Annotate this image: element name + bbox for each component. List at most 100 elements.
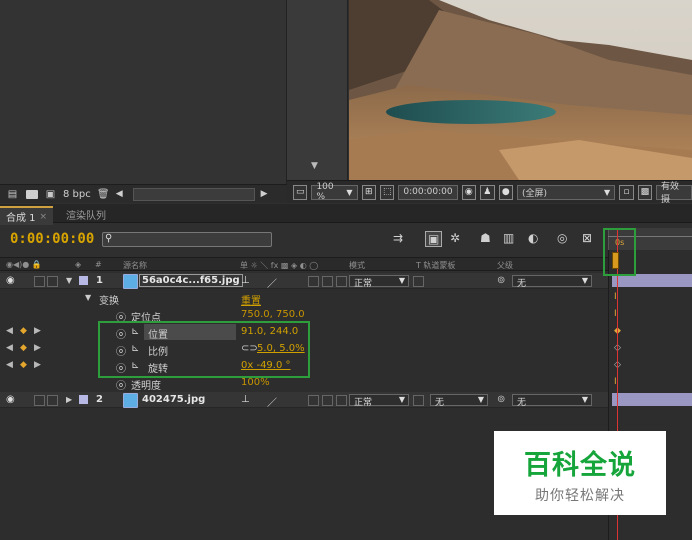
resolution-select[interactable]: (全屏) ▼ bbox=[516, 184, 616, 200]
frame-blending-icon[interactable]: ▥ bbox=[503, 231, 514, 245]
hide-shy-layers-icon[interactable]: ☗ bbox=[480, 231, 491, 245]
layer-search-input[interactable] bbox=[102, 232, 272, 247]
pickwhip-icon[interactable]: ⊚ bbox=[497, 275, 505, 286]
active-camera-select[interactable]: 有效摄 bbox=[656, 182, 692, 205]
new-composition-icon[interactable]: ▣ bbox=[44, 189, 57, 200]
switch-box[interactable] bbox=[308, 395, 319, 406]
camera-snapshot-icon[interactable]: ◉ bbox=[461, 184, 477, 200]
reset-link[interactable]: 重置 bbox=[241, 292, 261, 307]
trkmat-header: T 轨道蒙板 bbox=[416, 261, 456, 270]
draft-3d-icon[interactable]: ✲ bbox=[450, 231, 460, 245]
zoom-value: 100 % bbox=[316, 182, 334, 202]
prev-keyframe-icon[interactable]: ◀ bbox=[6, 360, 13, 370]
shy-switch-icon[interactable]: ⊥ bbox=[241, 275, 250, 286]
prev-keyframe-icon[interactable]: ◀ bbox=[6, 326, 13, 336]
live-update-icon[interactable]: ▣ bbox=[425, 231, 443, 247]
image-file-icon bbox=[123, 274, 138, 289]
solo-toggle[interactable] bbox=[34, 395, 45, 406]
layer-row-1[interactable]: ◉ ▼ 1 56a0c4c...f65.jpg ⊥ ／ 正常 ▼ ⊚ 无 ▼ bbox=[0, 273, 608, 290]
av-features-header-icon[interactable]: ◉◀)● 🔒 bbox=[6, 260, 42, 269]
project-scrollbar[interactable] bbox=[132, 187, 255, 201]
viewer-toolbar: ▭ 100 % ▼ ⊞ ⬚ 0:00:00:00 ◉ ♟ ● (全屏) ▼ ▫ ▩… bbox=[287, 180, 692, 205]
preserve-transparency-toggle[interactable] bbox=[413, 276, 424, 287]
label-header-icon[interactable]: ◈ bbox=[75, 260, 81, 269]
expand-arrow-icon[interactable]: ▼ bbox=[85, 293, 91, 302]
landscape-image bbox=[349, 0, 692, 180]
label-color-swatch[interactable] bbox=[79, 395, 88, 404]
label-color-swatch[interactable] bbox=[79, 276, 88, 285]
expand-arrow-icon[interactable]: ▼ bbox=[66, 276, 72, 285]
zoom-select[interactable]: 100 % ▼ bbox=[311, 182, 358, 202]
keyframe-diamond-icon[interactable]: ◆ bbox=[20, 326, 27, 336]
layer-name[interactable]: 56a0c4c...f65.jpg bbox=[139, 274, 243, 287]
tab-label: 渲染队列 bbox=[66, 211, 106, 222]
viewer-timecode[interactable]: 0:00:00:00 bbox=[398, 184, 458, 200]
prev-keyframe-icon[interactable]: ◀ bbox=[6, 343, 13, 353]
transparency-grid-icon[interactable]: ▩ bbox=[637, 184, 653, 200]
layer-2-duration-bar[interactable] bbox=[612, 393, 692, 406]
lock-toggle[interactable] bbox=[47, 276, 58, 287]
lock-toggle[interactable] bbox=[47, 395, 58, 406]
chevron-down-icon: ▼ bbox=[603, 187, 611, 197]
blend-mode-select[interactable]: 正常 ▼ bbox=[349, 394, 409, 408]
pickwhip-icon[interactable]: ⊚ bbox=[497, 394, 505, 405]
eye-icon[interactable]: ◉ bbox=[6, 394, 15, 405]
switch-box[interactable] bbox=[322, 395, 333, 406]
panel-collapse-icon[interactable]: ▼ bbox=[311, 161, 318, 171]
trash-icon[interactable]: 🗑 bbox=[97, 189, 110, 200]
keyframe-diamond-icon[interactable]: ◆ bbox=[20, 343, 27, 353]
close-icon[interactable]: × bbox=[40, 212, 48, 222]
color-channels-icon[interactable]: ● bbox=[498, 184, 513, 200]
blend-mode-select[interactable]: 正常 ▼ bbox=[349, 275, 409, 289]
blend-mode-value: 正常 bbox=[354, 398, 373, 408]
snapshot-display-icon[interactable]: ▭ bbox=[293, 184, 308, 200]
keyframe-diamond-icon[interactable]: ◆ bbox=[20, 360, 27, 370]
motion-blur-icon[interactable]: ◐ bbox=[528, 231, 538, 245]
region-of-interest-icon[interactable]: ▫ bbox=[619, 184, 634, 200]
layer-name[interactable]: 402475.jpg bbox=[142, 394, 205, 405]
source-name-header[interactable]: 源名称 bbox=[123, 260, 147, 271]
switch-box[interactable] bbox=[336, 395, 347, 406]
scroll-left-icon[interactable]: ◀ bbox=[116, 189, 123, 199]
anchor-point-value[interactable]: 750.0, 750.0 bbox=[241, 309, 305, 320]
solo-toggle[interactable] bbox=[34, 276, 45, 287]
tab-composition-1[interactable]: 合成 1 × bbox=[0, 206, 54, 225]
parent-select[interactable]: 无 ▼ bbox=[512, 394, 592, 408]
mode-header: 模式 bbox=[349, 261, 365, 270]
eye-icon[interactable]: ◉ bbox=[6, 275, 15, 286]
watermark-logo: 百科全说 助你轻松解决 bbox=[494, 431, 666, 515]
mask-visibility-icon[interactable]: ⬚ bbox=[379, 184, 395, 200]
chevron-down-icon: ▼ bbox=[581, 395, 588, 404]
stopwatch-icon[interactable]: ⓞ bbox=[116, 377, 126, 392]
expand-arrow-icon[interactable]: ▶ bbox=[66, 395, 72, 404]
switch-box[interactable] bbox=[322, 276, 333, 287]
composition-viewer[interactable] bbox=[349, 0, 692, 180]
switch-box[interactable] bbox=[336, 276, 347, 287]
next-keyframe-icon[interactable]: ▶ bbox=[34, 326, 41, 336]
interpret-footage-icon[interactable]: ▤ bbox=[6, 189, 19, 200]
preserve-transparency-toggle[interactable] bbox=[413, 395, 424, 406]
chevron-down-icon: ▼ bbox=[477, 395, 484, 404]
parent-select[interactable]: 无 ▼ bbox=[512, 275, 592, 289]
graph-editor-icon[interactable]: ⊠ bbox=[582, 231, 592, 245]
scroll-right-icon[interactable]: ▶ bbox=[261, 189, 268, 199]
bit-depth-label[interactable]: 8 bpc bbox=[63, 189, 91, 200]
opacity-value[interactable]: 100% bbox=[241, 377, 270, 388]
safe-margins-icon[interactable]: ⊞ bbox=[361, 184, 376, 200]
composition-mini-flowchart-icon[interactable]: ⇉ bbox=[393, 231, 403, 245]
quality-switch-icon[interactable]: ／ bbox=[267, 394, 277, 409]
track-matte-select[interactable]: 无 ▼ bbox=[430, 394, 488, 408]
switch-box[interactable] bbox=[308, 276, 319, 287]
transform-group-row[interactable]: ▼ 变换 重置 bbox=[0, 290, 608, 307]
next-keyframe-icon[interactable]: ▶ bbox=[34, 360, 41, 370]
next-keyframe-icon[interactable]: ▶ bbox=[34, 343, 41, 353]
shy-switch-icon[interactable]: ⊥ bbox=[241, 394, 250, 405]
transform-label: 变换 bbox=[99, 296, 119, 307]
layer-row-2[interactable]: ◉ ▶ 2 402475.jpg ⊥ ／ 正常 ▼ 无 ▼ ⊚ 无 ▼ bbox=[0, 392, 608, 409]
current-time-display[interactable]: 0:00:00:00 bbox=[10, 231, 94, 247]
tab-render-queue[interactable]: 渲染队列 bbox=[60, 206, 112, 223]
brainstorm-icon[interactable]: ◎ bbox=[557, 231, 567, 245]
show-snapshot-icon[interactable]: ♟ bbox=[480, 184, 495, 200]
new-folder-icon[interactable] bbox=[25, 189, 38, 200]
quality-switch-icon[interactable]: ／ bbox=[267, 275, 277, 290]
